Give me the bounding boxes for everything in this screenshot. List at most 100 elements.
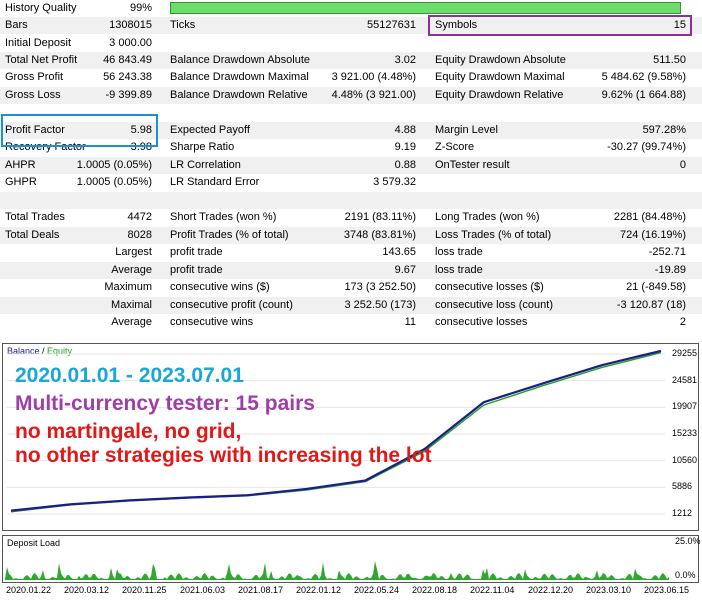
balance-dd-rel-value: 4.48% (3 921.00) bbox=[331, 89, 416, 101]
x-tick-label: 2022.08.18 bbox=[412, 585, 458, 595]
long-trades-label: Long Trades (won %) bbox=[435, 211, 540, 223]
long-trades-value: 2281 (84.48%) bbox=[613, 211, 686, 223]
annotation-period: 2020.01.01 - 2023.07.01 bbox=[15, 364, 244, 387]
row-average-consecutive: Average consecutive wins 11 consecutive … bbox=[0, 314, 702, 331]
maximal-prefix: Maximal bbox=[111, 299, 152, 311]
balance-equity-chart: Balance / Equity 2020.01.01 - 2023.07.01… bbox=[2, 343, 699, 531]
largest-loss-label: loss trade bbox=[435, 246, 483, 258]
y-tick-label: 19907 bbox=[672, 401, 698, 412]
row-maximal: Maximal consecutive profit (count) 3 252… bbox=[0, 297, 702, 314]
x-tick-label: 2020.01.22 bbox=[6, 585, 52, 595]
annotation-no-other-strategies: no other strategies with increasing the … bbox=[15, 444, 432, 467]
average-prefix: Average bbox=[111, 264, 152, 276]
ticks-label: Ticks bbox=[170, 19, 196, 31]
report-table: History Quality 99% Bars 1308015 Ticks 5… bbox=[0, 0, 702, 332]
row-maximum: Maximum consecutive wins ($) 173 (3 252.… bbox=[0, 279, 702, 296]
y-tick-label: 10560 bbox=[672, 454, 698, 465]
maximal-loss-label: consecutive loss (count) bbox=[435, 299, 553, 311]
balance-dd-max-value: 3 921.00 (4.48%) bbox=[331, 71, 416, 83]
row-spacer-2 bbox=[0, 192, 702, 209]
average2-profit-label: consecutive wins bbox=[170, 316, 254, 328]
row-gross-profit: Gross Profit 56 243.38 Balance Drawdown … bbox=[0, 69, 702, 86]
x-axis-dates: 2020.01.22 2020.03.12 2020.11.25 2021.06.03… bbox=[0, 583, 702, 600]
ontester-value: 0 bbox=[679, 159, 686, 171]
margin-level-label: Margin Level bbox=[435, 124, 498, 136]
row-average: Average profit trade 9.67 loss trade -19… bbox=[0, 262, 702, 279]
average2-loss-label: consecutive losses bbox=[435, 316, 528, 328]
sharpe-ratio-value: 9.19 bbox=[394, 141, 416, 153]
row-ahpr: AHPR 1.0005 (0.05%) LR Correlation 0.88 … bbox=[0, 157, 702, 174]
largest-prefix: Largest bbox=[115, 246, 152, 258]
x-tick-label: 2022.11.04 bbox=[470, 585, 515, 595]
y-tick-label: 29255 bbox=[672, 348, 698, 358]
x-tick-label: 2023.03.10 bbox=[586, 585, 632, 595]
x-tick-label: 2020.03.12 bbox=[64, 585, 110, 595]
y-tick-label: 15233 bbox=[672, 428, 698, 438]
lr-correlation-label: LR Correlation bbox=[170, 159, 241, 171]
y-tick-label: 5886 bbox=[672, 481, 693, 492]
z-score-value: -30.27 (99.74%) bbox=[607, 141, 686, 153]
maximal-loss-value: -3 120.87 (18) bbox=[616, 299, 686, 311]
annotation-no-martingale: no martingale, no grid, bbox=[15, 420, 242, 443]
y-tick-label: 24581 bbox=[672, 374, 698, 385]
balance-dd-abs-value: 3.02 bbox=[394, 54, 416, 66]
margin-level-value: 597.28% bbox=[642, 124, 686, 136]
deposit-load-area bbox=[5, 561, 669, 580]
maximum-profit-value: 173 (3 252.50) bbox=[344, 281, 416, 293]
expected-payoff-value: 4.88 bbox=[394, 124, 416, 136]
sharpe-ratio-label: Sharpe Ratio bbox=[170, 141, 235, 153]
deposit-load-panel: Deposit Load 25.0% 0.0% bbox=[2, 535, 701, 583]
history-quality-value: 99% bbox=[129, 2, 152, 14]
x-tick-label: 2022.01.12 bbox=[296, 585, 342, 595]
loss-trades-label: Loss Trades (% of total) bbox=[435, 229, 552, 241]
average-loss-value: -19.89 bbox=[654, 264, 686, 276]
bars-value: 1308015 bbox=[109, 19, 152, 31]
maximal-profit-value: 3 252.50 (173) bbox=[344, 299, 416, 311]
largest-loss-value: -252.71 bbox=[648, 246, 686, 258]
largest-profit-label: profit trade bbox=[170, 246, 223, 258]
maximum-profit-label: consecutive wins ($) bbox=[170, 281, 270, 293]
lr-std-error-value: 3 579.32 bbox=[373, 176, 416, 188]
short-trades-value: 2191 (83.11%) bbox=[344, 211, 416, 223]
annotation-multicurrency: Multi-currency tester: 15 pairs bbox=[15, 392, 315, 415]
expected-payoff-label: Expected Payoff bbox=[170, 124, 250, 136]
maximum-loss-value: 21 (-849.58) bbox=[626, 281, 686, 293]
total-trades-value: 4472 bbox=[127, 211, 152, 223]
row-ghpr: GHPR 1.0005 (0.05%) LR Standard Error 3 … bbox=[0, 174, 702, 191]
total-net-profit-value: 46 843.49 bbox=[103, 54, 152, 66]
lr-correlation-value: 0.88 bbox=[394, 159, 416, 171]
x-tick-label: 2023.06.15 bbox=[644, 585, 690, 595]
average-loss-label: loss trade bbox=[435, 264, 483, 276]
initial-deposit-value: 3 000.00 bbox=[109, 37, 152, 49]
average2-profit-value: 11 bbox=[404, 316, 416, 328]
maximum-loss-label: consecutive losses ($) bbox=[435, 281, 544, 293]
symbols-highlight-box bbox=[428, 15, 692, 36]
ahpr-value: 1.0005 (0.05%) bbox=[76, 159, 152, 171]
bars-label: Bars bbox=[5, 19, 28, 31]
total-deals-value: 8028 bbox=[127, 229, 152, 241]
row-largest: Largest profit trade 143.65 loss trade -… bbox=[0, 244, 702, 261]
profit-factor-highlight-box bbox=[1, 114, 158, 147]
short-trades-label: Short Trades (won %) bbox=[170, 211, 277, 223]
x-tick-label: 2022.05.24 bbox=[354, 585, 400, 595]
deposit-load-max-label: 25.0% bbox=[675, 536, 701, 546]
row-initial-deposit: Initial Deposit 3 000.00 bbox=[0, 35, 702, 52]
x-tick-label: 2021.08.17 bbox=[238, 585, 284, 595]
history-quality-bar bbox=[170, 2, 681, 14]
average-profit-value: 9.67 bbox=[394, 264, 416, 276]
profit-trades-value: 3748 (83.81%) bbox=[343, 229, 416, 241]
z-score-label: Z-Score bbox=[435, 141, 475, 153]
ghpr-value: 1.0005 (0.05%) bbox=[76, 176, 152, 188]
ontester-label: OnTester result bbox=[435, 159, 510, 171]
average-profit-label: profit trade bbox=[170, 264, 223, 276]
deposit-load-min-label: 0.0% bbox=[675, 570, 696, 580]
row-total-deals: Total Deals 8028 Profit Trades (% of tot… bbox=[0, 227, 702, 244]
equity-dd-abs-value: 511.50 bbox=[653, 54, 686, 66]
average2-loss-value: 2 bbox=[679, 316, 686, 328]
maximum-prefix: Maximum bbox=[104, 281, 152, 293]
x-tick-label: 2020.11.25 bbox=[122, 585, 167, 595]
loss-trades-value: 724 (16.19%) bbox=[619, 229, 686, 241]
deposit-load-bars bbox=[5, 561, 669, 580]
average2-prefix: Average bbox=[111, 316, 152, 328]
x-tick-label: 2021.06.03 bbox=[180, 585, 226, 595]
